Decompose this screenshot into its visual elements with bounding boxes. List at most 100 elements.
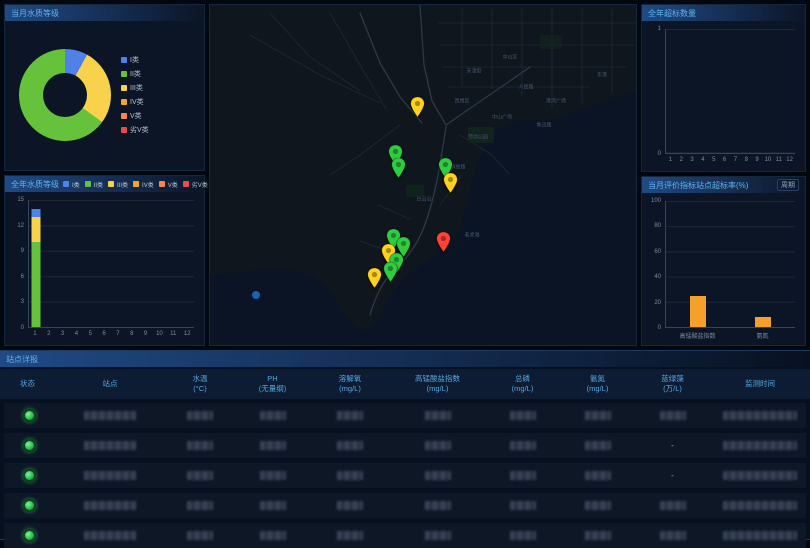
- legend-label: V类: [168, 180, 178, 189]
- x-tick-label: 9: [144, 331, 147, 337]
- legend-item[interactable]: II类: [85, 180, 103, 189]
- column-header-label: 状态: [20, 379, 35, 389]
- column-header-label: 溶解氧: [339, 374, 362, 384]
- legend-item[interactable]: III类: [108, 180, 128, 189]
- column-header-label: 站点: [103, 379, 118, 389]
- rate-bar[interactable]: [755, 317, 771, 327]
- x-tick-label: 8: [745, 157, 748, 163]
- redacted-value: [260, 441, 286, 450]
- table-row[interactable]: [4, 493, 806, 518]
- redacted-value: [660, 531, 686, 540]
- redacted-value: [510, 531, 536, 540]
- column-header-9: 监测时间: [710, 379, 810, 389]
- legend-swatch: [121, 113, 127, 119]
- table-rows: --: [0, 399, 810, 548]
- y-tick-label: 15: [17, 197, 24, 203]
- redacted-value: [723, 471, 797, 480]
- year-exceed-chart: 01 123456789101112: [646, 25, 801, 167]
- status-cell: [4, 469, 55, 482]
- panel-year-exceed: 全年超标数量 01 123456789101112: [641, 4, 806, 172]
- legend-item[interactable]: 劣V类: [183, 180, 208, 189]
- y-tick-label: 1: [658, 26, 661, 32]
- column-header-5: 高锰酸盐指数(mg/L): [390, 374, 485, 394]
- data-cell: [635, 501, 710, 510]
- column-header-unit: (mg/L): [427, 384, 449, 394]
- legend-label: III类: [130, 83, 143, 93]
- panel-year-grade-header: 全年水质等级 I类II类III类IV类V类劣V类: [5, 176, 204, 192]
- data-cell: [165, 411, 235, 420]
- panel-month-grade: 当月水质等级 I类 II类 III类 IV类 V类劣V类: [4, 4, 205, 171]
- redacted-value: [425, 531, 451, 540]
- redacted-value: [337, 501, 363, 510]
- redacted-value: [585, 411, 611, 420]
- panel-month-grade-title: 当月水质等级: [11, 8, 59, 19]
- legend-item[interactable]: I类: [63, 180, 80, 189]
- year-grade-chart: 03691215 123456789101112: [9, 196, 200, 341]
- map-container[interactable]: 中山区西岗区人民路天津街港湾广场中山广场劳动公园鲁迅路解放路东港白云山老虎滩: [209, 4, 637, 346]
- pin-icon: [443, 173, 458, 194]
- data-cell: [55, 501, 165, 510]
- legend-item[interactable]: II类: [121, 69, 149, 79]
- redacted-value: [337, 471, 363, 480]
- x-tick-label: 高锰酸盐指数: [679, 331, 715, 340]
- redacted-value: [337, 411, 363, 420]
- column-header-2: 水温(°C): [165, 374, 235, 394]
- data-cell: [310, 411, 390, 420]
- status-ok-indicator: [23, 469, 36, 482]
- legend-item[interactable]: 劣V类: [121, 125, 149, 135]
- month-rate-chart: 020406080100 高锰酸盐指数氨氮: [646, 197, 801, 341]
- y-tick-label: 40: [654, 274, 661, 280]
- table-row[interactable]: [4, 403, 806, 428]
- stacked-bar[interactable]: [31, 200, 40, 327]
- legend-swatch: [85, 181, 91, 187]
- table-row[interactable]: [4, 523, 806, 548]
- data-cell: [710, 441, 810, 450]
- data-cell: [235, 531, 310, 540]
- x-tick-label: 8: [130, 331, 133, 337]
- y-tick-label: 6: [21, 274, 24, 280]
- legend-item[interactable]: IV类: [121, 97, 149, 107]
- stacked-bar-segment: [31, 217, 40, 242]
- data-cell: [485, 531, 560, 540]
- column-header-label: 蓝绿藻: [661, 374, 684, 384]
- legend-swatch: [159, 181, 165, 187]
- table-row[interactable]: -: [4, 433, 806, 458]
- rate-bar[interactable]: [690, 296, 706, 328]
- x-tick-label: 12: [184, 331, 191, 337]
- redacted-value: [187, 441, 213, 450]
- year-exceed-plot-area: [665, 29, 795, 154]
- data-cell: [310, 531, 390, 540]
- x-tick-label: 4: [701, 157, 704, 163]
- legend-item[interactable]: IV类: [133, 180, 154, 189]
- column-header-label: 总磷: [515, 374, 530, 384]
- column-header-0: 状态: [0, 379, 55, 389]
- redacted-value: [585, 471, 611, 480]
- column-header-label: 氨氮: [590, 374, 605, 384]
- legend-swatch: [121, 127, 127, 133]
- map-basemap: [210, 5, 637, 346]
- legend-item[interactable]: III类: [121, 83, 149, 93]
- redacted-value: [585, 501, 611, 510]
- column-header-unit: (mg/L): [339, 384, 361, 394]
- x-tick-label: 7: [116, 331, 119, 337]
- month-grade-donut-chart[interactable]: [19, 49, 111, 141]
- pin-icon: [383, 262, 398, 283]
- column-header-7: 氨氮(mg/L): [560, 374, 635, 394]
- column-header-unit: (无量纲): [259, 384, 287, 394]
- period-selector[interactable]: 周期: [777, 179, 799, 191]
- legend-label: II类: [94, 180, 103, 189]
- column-header-1: 站点: [55, 379, 165, 389]
- status-ok-indicator: [23, 409, 36, 422]
- data-cell: [560, 441, 635, 450]
- station-table-title: 站点详报: [6, 354, 38, 365]
- column-header-6: 总磷(mg/L): [485, 374, 560, 394]
- panel-month-rate: 当月评价指标站点超标率(%) 周期 020406080100 高锰酸盐指数氨氮: [641, 176, 806, 346]
- table-row[interactable]: -: [4, 463, 806, 488]
- legend-item[interactable]: V类: [121, 111, 149, 121]
- stacked-bar-segment: [31, 242, 40, 327]
- legend-item[interactable]: I类: [121, 55, 149, 65]
- legend-item[interactable]: V类: [159, 180, 178, 189]
- legend-label: IV类: [142, 180, 154, 189]
- data-cell: [165, 501, 235, 510]
- column-header-4: 溶解氧(mg/L): [310, 374, 390, 394]
